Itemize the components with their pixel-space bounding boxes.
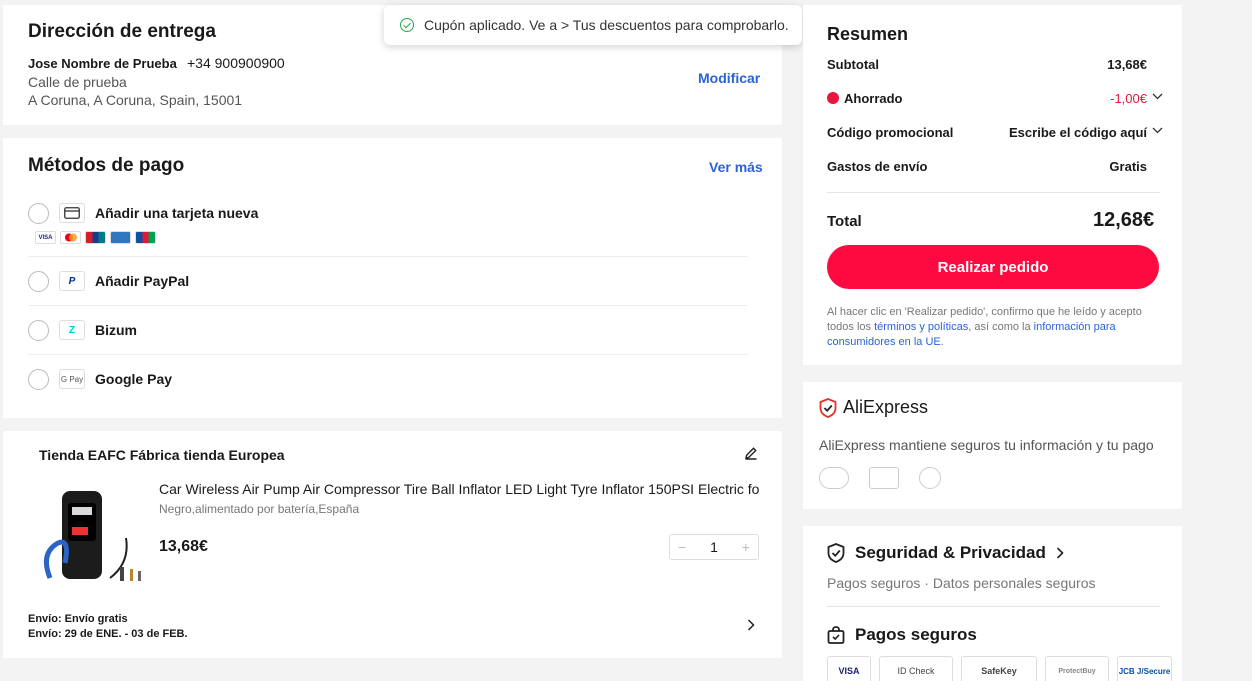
decrease-button[interactable]: − xyxy=(678,539,686,555)
bizum-icon: Z xyxy=(59,320,85,340)
shield-check-icon xyxy=(827,543,845,563)
store-order-card: Tienda EAFC Fábrica tienda Europea Car W… xyxy=(3,431,782,658)
summary-title: Resumen xyxy=(827,24,909,44)
saved-value: -1,00€ xyxy=(1110,91,1147,106)
product-price: 13,68€ xyxy=(159,538,208,555)
total-label: Total xyxy=(827,213,862,230)
security-title: Seguridad & Privacidad xyxy=(855,543,1046,562)
toast-text: Cupón aplicado. Ve a > Tus descuentos pa… xyxy=(424,17,789,33)
chevron-down-icon[interactable] xyxy=(1152,123,1163,137)
address-title: Dirección de entrega xyxy=(28,21,216,42)
card-brand-logos: VISA xyxy=(35,231,156,244)
secure-payment-badges: VISA ID Check SafeKey ProtectBuy JCB J/S… xyxy=(827,656,1172,681)
subtotal-value: 13,68€ xyxy=(1107,57,1147,72)
radio-google-pay[interactable] xyxy=(28,369,49,390)
recipient-phone: +34 900900900 xyxy=(187,55,285,71)
trust-badges xyxy=(819,467,941,489)
subtotal-label: Subtotal xyxy=(827,57,879,72)
security-subtitle: Pagos seguros · Datos personales seguros xyxy=(827,575,1096,591)
protectbuy-badge: ProtectBuy xyxy=(1045,656,1109,681)
aliexpress-trust-card: AliExpress AliExpress mantiene seguros t… xyxy=(803,382,1182,509)
payment-title: Métodos de pago xyxy=(28,155,185,176)
shipping-cost-label: Gastos de envío xyxy=(827,159,928,174)
payment-label-paypal: Añadir PayPal xyxy=(95,273,190,289)
secure-payments-title: Pagos seguros xyxy=(855,625,977,644)
shipping-cost-row: Gastos de envío Gratis xyxy=(827,159,1163,174)
lock-bag-icon xyxy=(827,626,845,644)
radio-paypal[interactable] xyxy=(28,271,49,292)
id-check-badge: ID Check xyxy=(879,656,953,681)
amex-logo xyxy=(110,231,131,244)
radio-card[interactable] xyxy=(28,203,49,224)
radio-bizum[interactable] xyxy=(28,320,49,341)
product-variant: Negro,alimentado por batería,España xyxy=(159,502,360,516)
payment-option-bizum[interactable]: Z Bizum xyxy=(28,306,748,355)
address-line-1: Calle de prueba xyxy=(28,74,127,90)
aliexpress-trust-description: AliExpress mantiene seguros tu informaci… xyxy=(819,437,1154,453)
shipping-chevron-right-icon[interactable] xyxy=(747,618,755,636)
paypal-icon: P xyxy=(59,271,85,291)
payment-methods-card: Métodos de pago Ver más Añadir una tarje… xyxy=(3,138,782,418)
promo-input[interactable]: Escribe el código aquí xyxy=(1009,125,1147,140)
payment-option-paypal[interactable]: P Añadir PayPal xyxy=(28,257,748,306)
aliexpress-brand: AliExpress xyxy=(843,397,929,417)
shipping-dates: Envío: 29 de ENE. - 03 de FEB. xyxy=(28,628,188,640)
jcb-logo xyxy=(135,231,156,244)
unionpay-logo xyxy=(85,231,106,244)
certification-badge-icon xyxy=(919,467,941,489)
payment-label-card: Añadir una tarjeta nueva xyxy=(95,205,259,221)
certification-badge-icon xyxy=(869,467,899,489)
legal-suffix: . xyxy=(940,336,944,348)
store-name: Tienda EAFC Fábrica tienda Europea xyxy=(39,447,285,463)
terms-link[interactable]: términos y políticas xyxy=(874,321,968,333)
shipping-method: Envío: Envío gratis xyxy=(28,613,128,625)
payment-option-card[interactable]: Añadir una tarjeta nueva xyxy=(28,194,748,257)
security-divider xyxy=(827,606,1160,607)
visa-secure-badge: VISA xyxy=(827,656,871,681)
product-image[interactable] xyxy=(40,483,150,593)
edit-pencil-icon[interactable] xyxy=(744,446,758,465)
security-privacy-link[interactable]: Seguridad & Privacidad xyxy=(827,543,1064,563)
google-pay-icon: G Pay xyxy=(59,369,85,389)
shield-check-icon xyxy=(819,397,837,418)
coupon-toast: Cupón aplicado. Ve a > Tus descuentos pa… xyxy=(384,5,802,45)
saved-row[interactable]: Ahorrado -1,00€ xyxy=(827,91,1163,106)
aliexpress-logo: AliExpress xyxy=(819,397,928,418)
secure-payments-heading: Pagos seguros xyxy=(827,625,977,645)
card-icon xyxy=(59,203,85,223)
discount-badge-icon xyxy=(827,92,839,104)
visa-logo: VISA xyxy=(35,231,56,244)
mastercard-logo xyxy=(60,231,81,244)
security-privacy-card: Seguridad & Privacidad Pagos seguros · D… xyxy=(803,526,1182,681)
recipient-name: Jose Nombre de Prueba xyxy=(28,56,177,71)
modify-address-link[interactable]: Modificar xyxy=(698,70,760,86)
quantity-stepper[interactable]: − 1 + xyxy=(669,534,759,560)
chevron-down-icon[interactable] xyxy=(1152,89,1163,103)
subtotal-row: Subtotal 13,68€ xyxy=(827,57,1163,72)
increase-button[interactable]: + xyxy=(742,539,750,555)
total-value: 12,68€ xyxy=(1093,209,1155,231)
promo-code-row[interactable]: Código promocional Escribe el código aqu… xyxy=(827,125,1163,140)
payment-label-bizum: Bizum xyxy=(95,322,137,338)
payment-label-google-pay: Google Pay xyxy=(95,371,173,387)
certification-badge-icon xyxy=(819,467,849,489)
promo-label: Código promocional xyxy=(827,125,954,140)
payment-option-google-pay[interactable]: G Pay Google Pay xyxy=(28,355,748,404)
jcb-secure-badge: JCB J/Secure xyxy=(1117,656,1172,681)
summary-divider xyxy=(827,192,1160,193)
chevron-right-icon xyxy=(1056,547,1064,559)
shipping-cost-value: Gratis xyxy=(1109,159,1147,174)
legal-middle: , así como la xyxy=(968,321,1034,333)
order-summary-card: Resumen Subtotal 13,68€ Ahorrado -1,00€ … xyxy=(803,5,1182,365)
address-line-2: A Coruna, A Coruna, Spain, 15001 xyxy=(28,92,243,108)
quantity-value[interactable]: 1 xyxy=(710,539,718,555)
see-more-link[interactable]: Ver más xyxy=(709,159,763,175)
saved-label: Ahorrado xyxy=(844,91,903,106)
place-order-button[interactable]: Realizar pedido xyxy=(827,245,1159,289)
safekey-badge: SafeKey xyxy=(961,656,1037,681)
product-title[interactable]: Car Wireless Air Pump Air Compressor Tir… xyxy=(159,481,759,497)
legal-notice: Al hacer clic en 'Realizar pedido', conf… xyxy=(827,305,1162,350)
check-circle-icon xyxy=(400,18,414,32)
